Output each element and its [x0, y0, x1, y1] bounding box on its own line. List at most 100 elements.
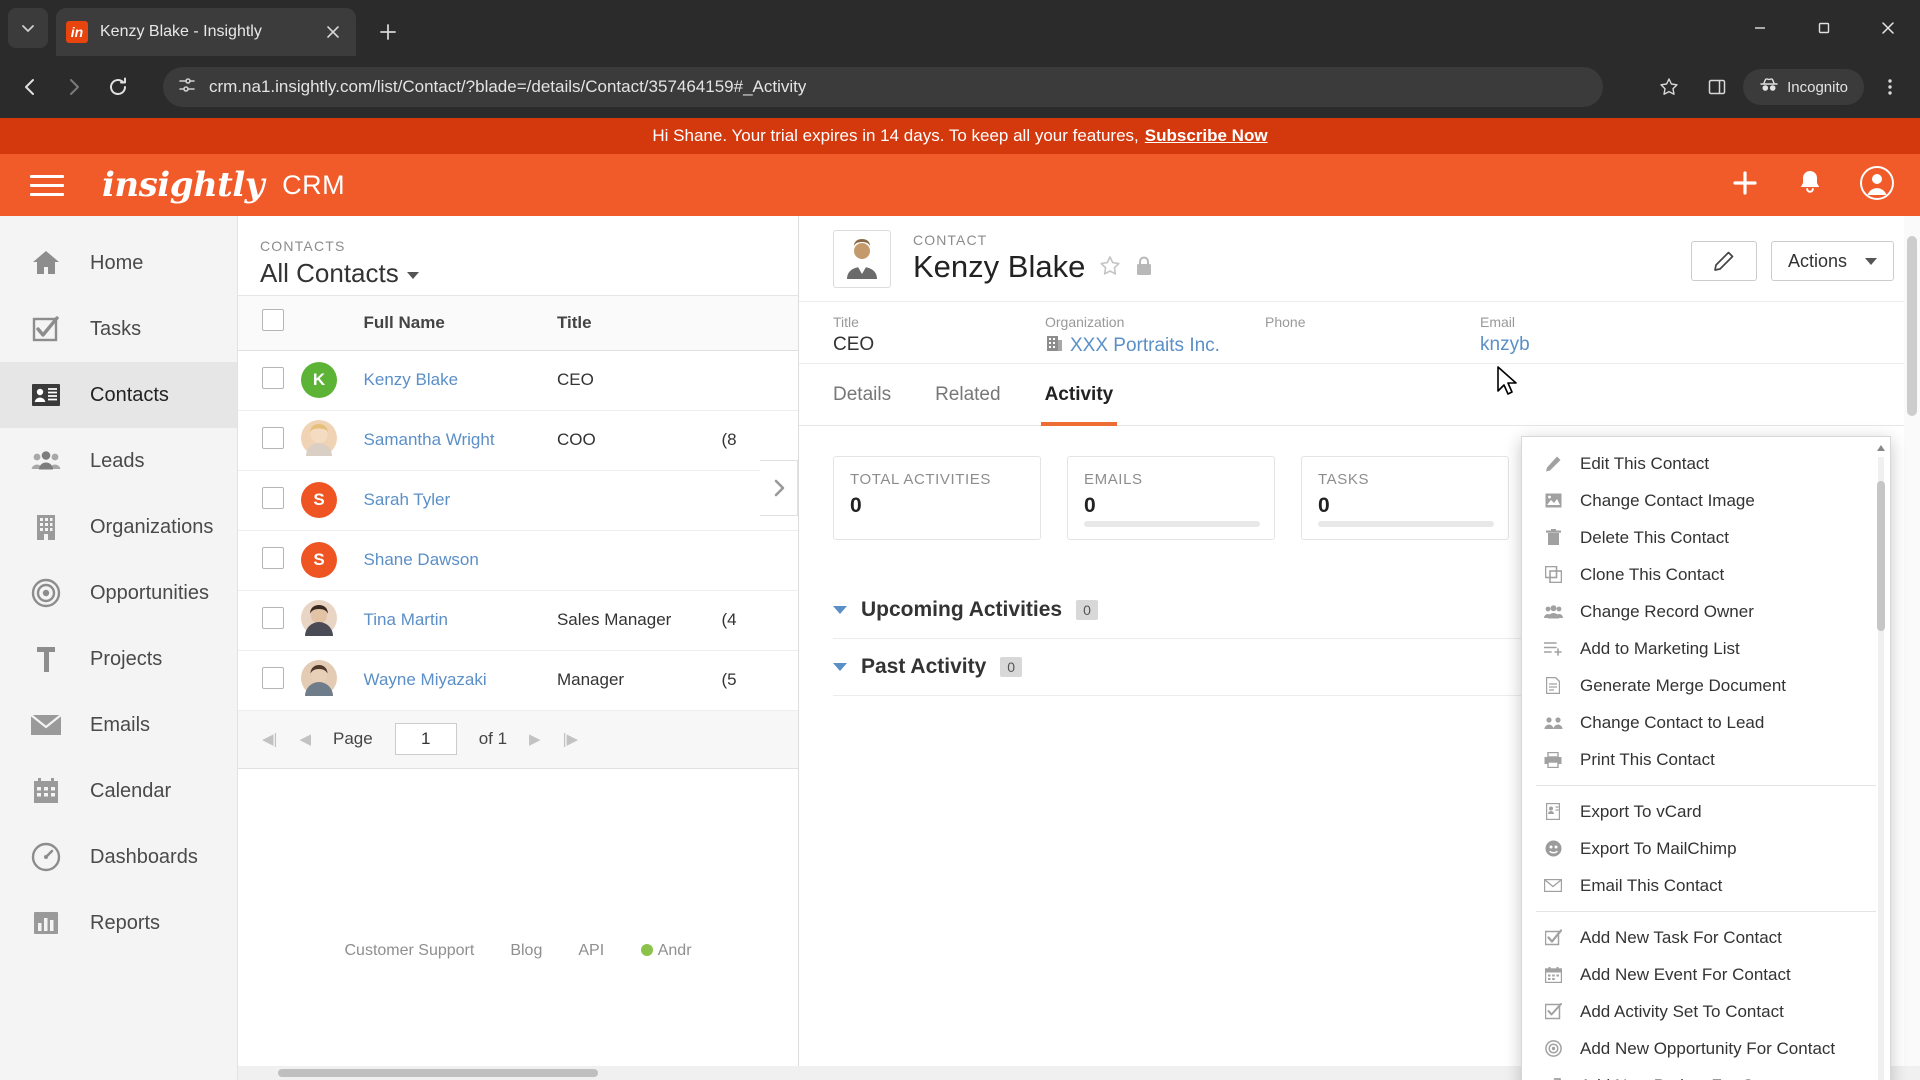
prev-page-icon[interactable]: ◀ [299, 730, 311, 748]
menu-item-change-contact-image[interactable]: Change Contact Image [1522, 482, 1890, 519]
contact-name-link[interactable]: Wayne Miyazaki [364, 670, 487, 689]
hamburger-menu-icon[interactable] [30, 169, 64, 202]
table-row[interactable]: S Sarah Tyler [238, 470, 798, 531]
address-bar[interactable]: crm.na1.insightly.com/list/Contact/?blad… [163, 67, 1603, 107]
row-checkbox[interactable] [262, 606, 284, 629]
menu-item-add-activity-set-to-contact[interactable]: Add Activity Set To Contact [1522, 993, 1890, 1030]
sidebar-item-calendar[interactable]: Calendar [0, 758, 237, 824]
tab-details[interactable]: Details [833, 364, 891, 426]
first-page-icon[interactable]: ◀| [262, 730, 277, 748]
footer-link-android[interactable]: Andr [640, 942, 692, 960]
column-title[interactable]: Title [556, 296, 722, 351]
sidebar-item-opportunities[interactable]: Opportunities [0, 560, 237, 626]
forward-arrow-icon[interactable] [52, 65, 96, 109]
back-arrow-icon[interactable] [8, 65, 52, 109]
table-row[interactable]: S Shane Dawson [238, 530, 798, 591]
list-view-selector[interactable]: All Contacts [260, 258, 798, 289]
subscribe-now-link[interactable]: Subscribe Now [1145, 126, 1268, 146]
row-checkbox[interactable] [262, 366, 284, 389]
user-avatar-icon[interactable] [1860, 165, 1894, 205]
menu-item-edit-this-contact[interactable]: Edit This Contact [1522, 445, 1890, 482]
site-settings-icon[interactable] [177, 75, 197, 100]
minimize-icon[interactable] [1728, 0, 1792, 56]
menu-item-export-to-vcard[interactable]: Export To vCard [1522, 793, 1890, 830]
menu-item-delete-this-contact[interactable]: Delete This Contact [1522, 519, 1890, 556]
table-row[interactable]: K Kenzy Blake CEO [238, 350, 798, 411]
new-tab-plus-icon[interactable] [372, 16, 404, 48]
footer-link-customer-support[interactable]: Customer Support [344, 942, 474, 960]
menu-item-generate-merge-document[interactable]: Generate Merge Document [1522, 667, 1890, 704]
scrollbar-thumb[interactable] [1907, 236, 1917, 416]
row-checkbox[interactable] [262, 546, 284, 569]
menu-item-add-new-project-for-contact[interactable]: Add New Project For Contact [1522, 1067, 1890, 1080]
bell-icon[interactable] [1796, 168, 1824, 203]
menu-item-export-to-mailchimp[interactable]: Export To MailChimp [1522, 830, 1890, 867]
tab-related[interactable]: Related [935, 364, 1001, 426]
sidebar-item-home[interactable]: Home [0, 230, 237, 296]
row-checkbox[interactable] [262, 426, 284, 449]
sidebar-item-dashboards[interactable]: Dashboards [0, 824, 237, 890]
scroll-up-icon[interactable] [1875, 441, 1887, 455]
column-full-name[interactable]: Full Name [363, 296, 557, 351]
last-page-icon[interactable]: |▶ [563, 730, 578, 748]
footer-link-api[interactable]: API [578, 942, 604, 960]
scrollbar-thumb[interactable] [1877, 481, 1885, 631]
footer-link-blog[interactable]: Blog [510, 942, 542, 960]
page-number-input[interactable]: 1 [394, 723, 457, 755]
tab-search-chevron-down-icon[interactable] [8, 8, 48, 48]
row-checkbox[interactable] [262, 486, 284, 509]
lock-icon[interactable] [1135, 249, 1153, 285]
actions-button[interactable]: Actions [1770, 241, 1894, 281]
bar-chart-icon [24, 903, 68, 943]
sidebar-item-reports[interactable]: Reports [0, 890, 237, 956]
side-panel-icon[interactable] [1695, 65, 1739, 109]
email-link[interactable]: knzyb [1480, 334, 1530, 356]
close-window-icon[interactable] [1856, 0, 1920, 56]
menu-item-change-record-owner[interactable]: Change Record Owner [1522, 593, 1890, 630]
close-icon[interactable] [320, 19, 346, 45]
contact-name-link[interactable]: Shane Dawson [364, 550, 479, 569]
incognito-indicator[interactable]: Incognito [1743, 69, 1864, 105]
sidebar-item-tasks[interactable]: Tasks [0, 296, 237, 362]
sidebar-item-contacts[interactable]: Contacts [0, 362, 237, 428]
contact-photo-icon[interactable] [833, 229, 891, 288]
next-page-icon[interactable]: ▶ [529, 730, 541, 748]
sidebar-item-projects[interactable]: Projects [0, 626, 237, 692]
menu-scrollbar[interactable] [1874, 441, 1888, 1080]
page-vertical-scrollbar[interactable] [1904, 216, 1920, 1080]
edit-button[interactable] [1690, 241, 1757, 281]
contact-name-link[interactable]: Samantha Wright [364, 430, 495, 449]
browser-tab[interactable]: in Kenzy Blake - Insightly [56, 8, 356, 56]
expand-list-panel-button[interactable] [760, 460, 798, 516]
star-icon[interactable] [1099, 249, 1121, 285]
contact-name-link[interactable]: Kenzy Blake [364, 370, 459, 389]
menu-item-clone-this-contact[interactable]: Clone This Contact [1522, 556, 1890, 593]
menu-item-add-to-marketing-list[interactable]: Add to Marketing List [1522, 630, 1890, 667]
select-all-checkbox[interactable] [262, 309, 284, 332]
menu-item-change-contact-to-lead[interactable]: Change Contact to Lead [1522, 704, 1890, 741]
plus-icon[interactable] [1730, 168, 1760, 203]
sidebar-item-organizations[interactable]: Organizations [0, 494, 237, 560]
table-row[interactable]: Wayne Miyazaki Manager (5 [238, 650, 798, 711]
organization-link[interactable]: XXX Portraits Inc. [1070, 335, 1220, 357]
contact-name-link[interactable]: Tina Martin [364, 610, 448, 629]
insightly-logo[interactable]: insightly [102, 165, 265, 205]
sidebar-item-emails[interactable]: Emails [0, 692, 237, 758]
row-checkbox[interactable] [262, 666, 284, 689]
table-row[interactable]: Samantha Wright COO (8 [238, 410, 798, 471]
contact-name-link[interactable]: Sarah Tyler [364, 490, 451, 509]
kebab-menu-icon[interactable] [1868, 65, 1912, 109]
detail-tabs: Details Related Activity [799, 364, 1920, 426]
reload-icon[interactable] [96, 65, 140, 109]
menu-item-add-new-event-for-contact[interactable]: Add New Event For Contact [1522, 956, 1890, 993]
menu-item-email-this-contact[interactable]: Email This Contact [1522, 867, 1890, 904]
menu-item-print-this-contact[interactable]: Print This Contact [1522, 741, 1890, 778]
star-icon[interactable] [1647, 65, 1691, 109]
menu-item-add-new-opportunity-for-contact[interactable]: Add New Opportunity For Contact [1522, 1030, 1890, 1067]
maximize-icon[interactable] [1792, 0, 1856, 56]
scrollbar-thumb[interactable] [278, 1069, 598, 1077]
tab-activity[interactable]: Activity [1040, 364, 1117, 426]
table-row[interactable]: Tina Martin Sales Manager (4 [238, 590, 798, 651]
sidebar-item-leads[interactable]: Leads [0, 428, 237, 494]
menu-item-add-new-task-for-contact[interactable]: Add New Task For Contact [1522, 919, 1890, 956]
